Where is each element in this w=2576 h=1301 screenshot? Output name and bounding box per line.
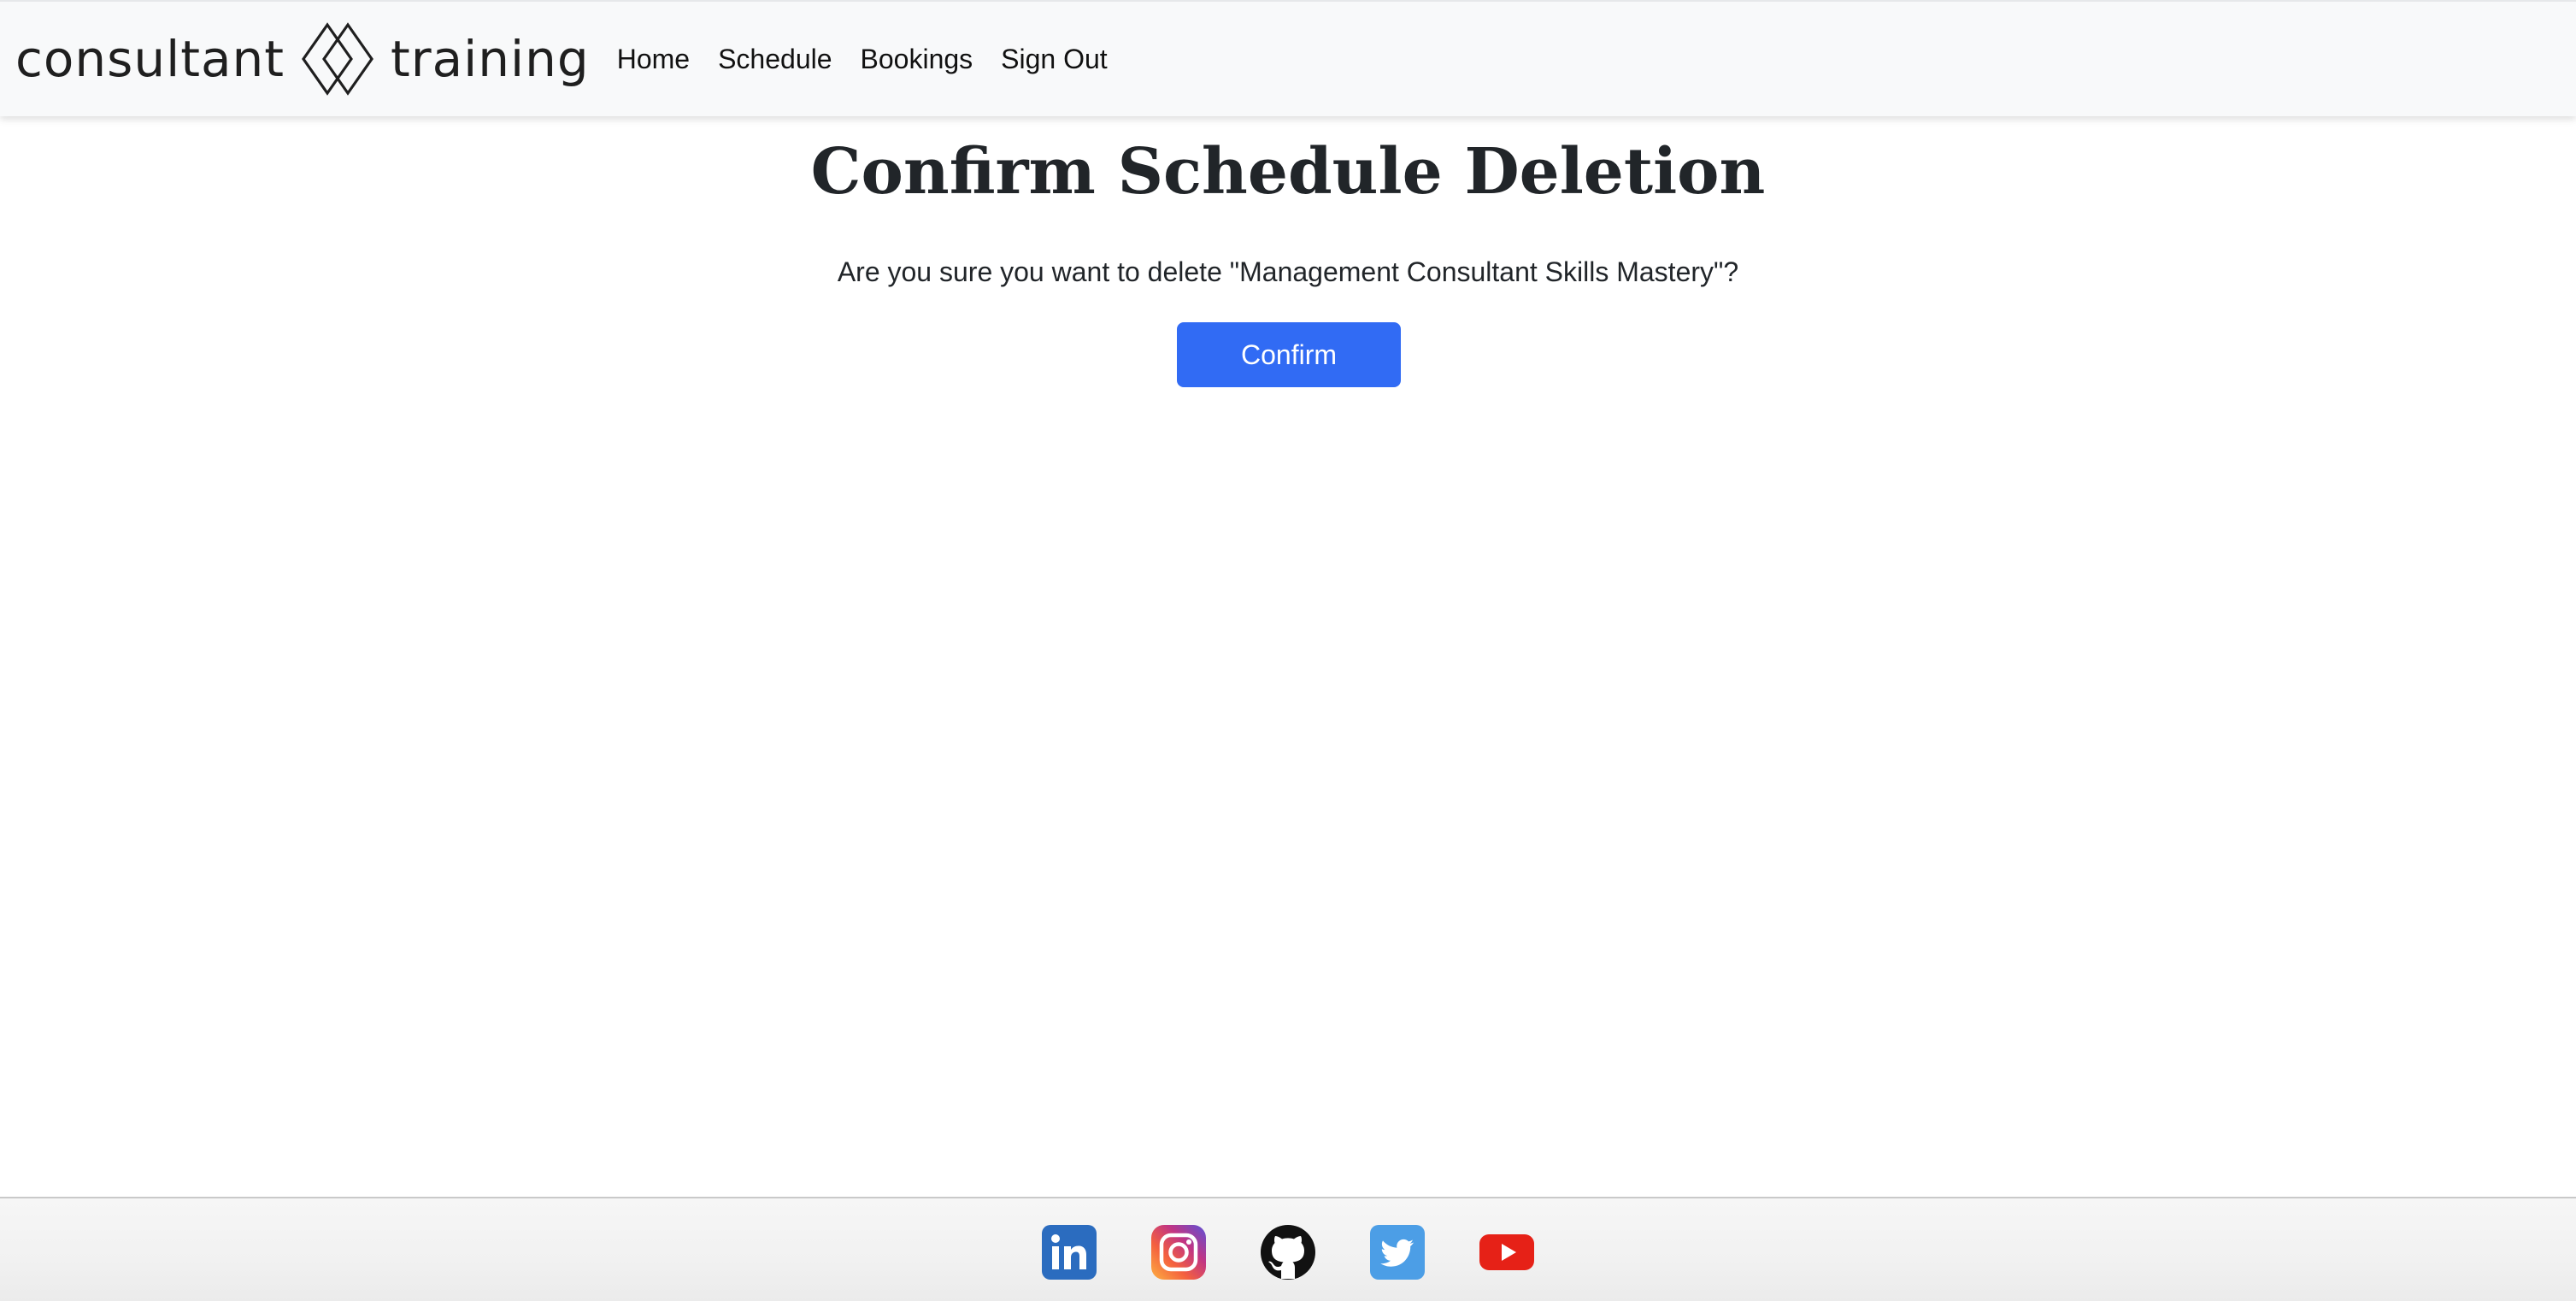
double-diamond-logo-icon	[302, 22, 373, 96]
nav-item-sign-out[interactable]: Sign Out	[1001, 44, 1108, 75]
brand-word-training: training	[391, 30, 590, 88]
brand-word-consultant: consultant	[15, 30, 285, 88]
instagram-icon	[1151, 1225, 1206, 1280]
twitter-icon	[1370, 1225, 1425, 1280]
page-title: Confirm Schedule Deletion	[810, 135, 1766, 209]
github-link[interactable]	[1260, 1224, 1316, 1280]
twitter-link[interactable]	[1369, 1224, 1426, 1280]
youtube-link[interactable]	[1479, 1224, 1535, 1280]
brand-home-link[interactable]: consultant training	[15, 20, 590, 98]
nav-item-schedule[interactable]: Schedule	[718, 44, 832, 75]
linkedin-icon	[1042, 1225, 1097, 1280]
github-icon	[1261, 1225, 1315, 1280]
nav-links: Home Schedule Bookings Sign Out	[617, 44, 1108, 75]
instagram-link[interactable]	[1150, 1224, 1207, 1280]
confirm-button[interactable]: Confirm	[1177, 322, 1401, 387]
linkedin-link[interactable]	[1041, 1224, 1097, 1280]
confirm-message: Are you sure you want to delete "Managem…	[837, 256, 1739, 287]
nav-item-bookings[interactable]: Bookings	[861, 44, 973, 75]
nav-item-home[interactable]: Home	[617, 44, 690, 75]
youtube-icon	[1479, 1234, 1534, 1270]
navbar: consultant training Home Schedule Bookin…	[0, 0, 2576, 116]
